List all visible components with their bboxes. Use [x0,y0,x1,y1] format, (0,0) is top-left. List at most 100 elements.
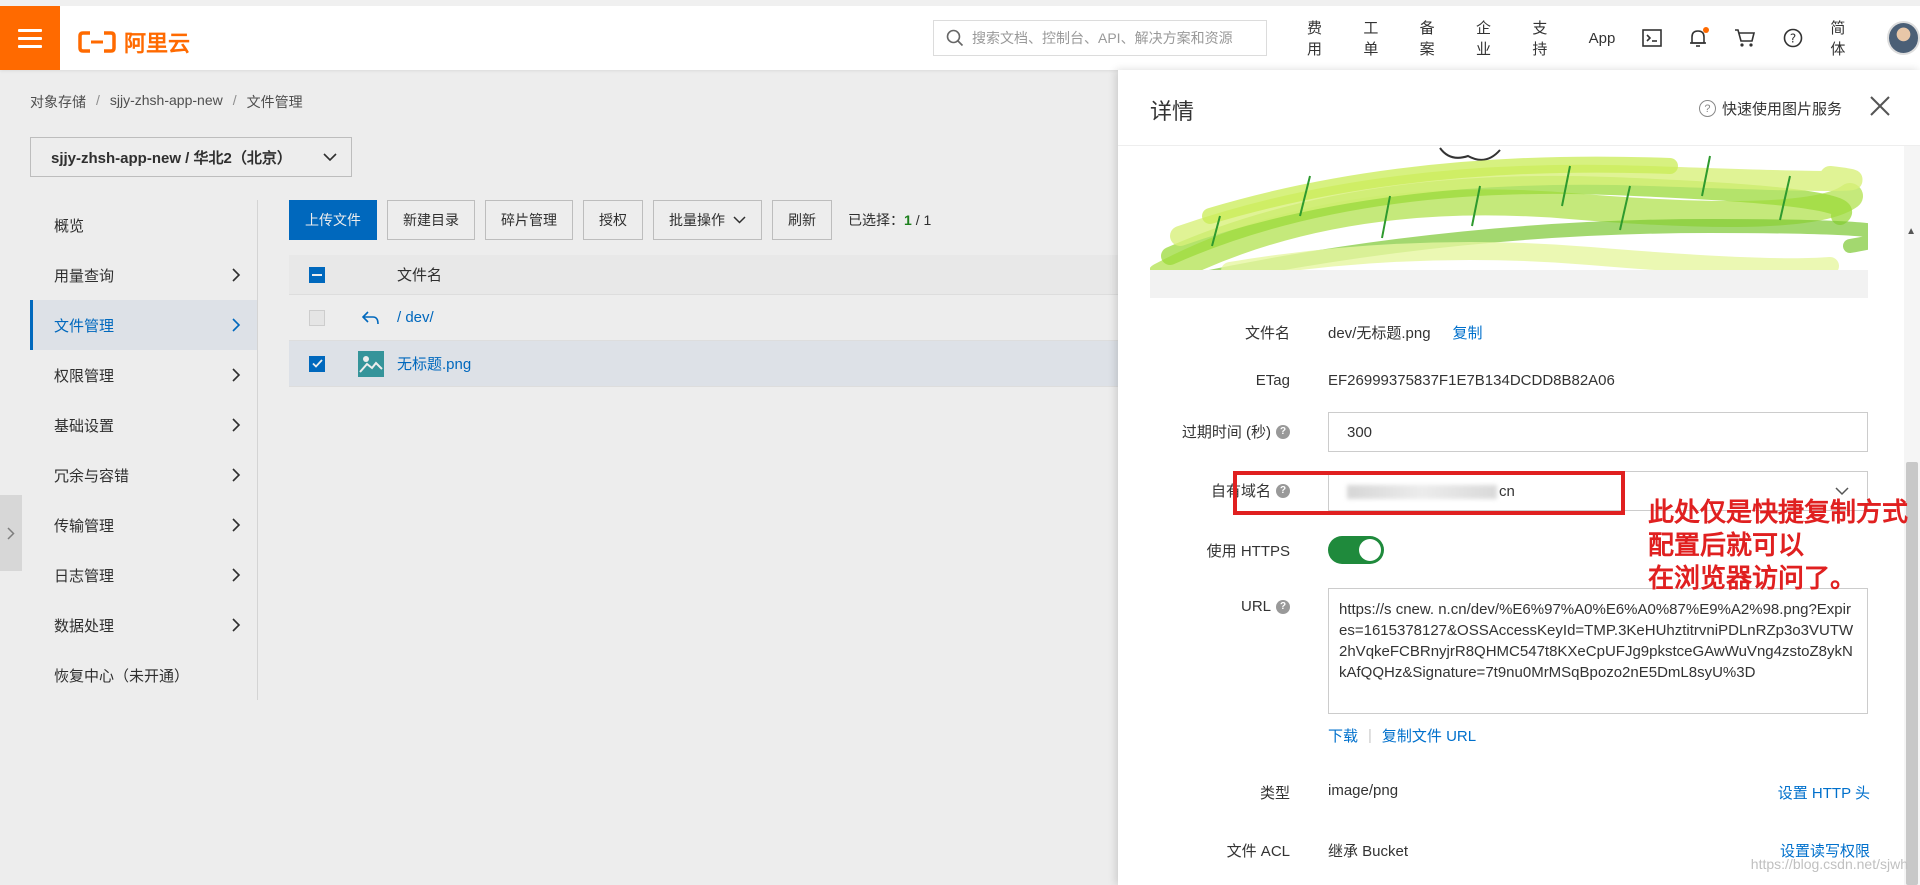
sidebar-item-label: 权限管理 [54,367,115,385]
breadcrumb: 对象存储 / sjjy-zhsh-app-new / 文件管理 [30,92,303,112]
drawer-header: 详情 ? 快速使用图片服务 [1118,70,1920,146]
search-icon [946,29,964,47]
sidebar-item-label: 传输管理 [54,517,115,535]
chevron-down-icon [733,216,746,224]
download-link[interactable]: 下载 [1328,725,1358,746]
table-row[interactable]: / dev/ [289,295,1119,341]
bucket-select[interactable]: sjjy-zhsh-app-new / 华北2（北京） [30,137,352,177]
copy-filename-button[interactable]: 复制 [1453,325,1483,342]
help-icon[interactable]: ? [1783,28,1803,48]
watermark: https://blog.csdn.net/sjwh [1750,856,1908,872]
hint-icon[interactable]: ? [1276,599,1290,614]
sidebar-item-data-processing[interactable]: 数据处理 [30,600,257,650]
breadcrumb-bucket[interactable]: sjjy-zhsh-app-new [110,92,223,112]
chevron-right-icon [232,418,241,432]
https-label: 使用 HTTPS [1206,543,1290,560]
acl-label: 文件 ACL [1226,843,1290,860]
selected-count: 已选择：1 / 1 [848,212,932,228]
logo-text: 阿里云 [124,31,191,56]
annotation-highlight-box [1233,471,1625,515]
row-checkbox[interactable] [309,309,325,326]
sidebar-item-overview[interactable]: 概览 [30,200,257,250]
sidebar-item-recovery[interactable]: 恢复中心（未开通） [30,650,257,700]
sidebar-item-label: 用量查询 [54,267,115,285]
nav-support[interactable]: 支持 [1532,17,1561,59]
scroll-up-icon[interactable]: ▲ [1906,226,1916,237]
expire-input[interactable]: 300 [1328,412,1868,452]
menu-icon[interactable] [0,6,60,70]
filename-value: dev/无标题.png 复制 [1328,325,1483,342]
avatar[interactable] [1886,21,1920,55]
batch-ops-label: 批量操作 [669,212,725,228]
quick-image-service-link[interactable]: ? 快速使用图片服务 [1698,98,1842,119]
image-file-icon [358,350,384,377]
sidebar-item-transfer[interactable]: 传输管理 [30,500,257,550]
quick-help-label: 快速使用图片服务 [1721,101,1842,118]
type-label: 类型 [1259,785,1290,802]
sidebar-item-logs[interactable]: 日志管理 [30,550,257,600]
chevron-right-icon [232,518,241,532]
row-checkbox[interactable] [309,355,325,372]
aliyun-logo[interactable]: 阿里云 [78,26,190,58]
chevron-right-icon [232,468,241,482]
nav-tickets[interactable]: 工单 [1363,17,1392,59]
acl-value: 继承 Bucket [1328,843,1409,860]
upload-button[interactable]: 上传文件 [289,200,377,240]
sidebar-item-label: 概览 [54,217,85,235]
top-nav: 费用 工单 备案 企业 支持 App ? 简体 [1307,6,1920,70]
url-textarea[interactable]: https://s cnew. n.cn/dev/%E6%97%A0%E6%A0… [1328,588,1868,714]
batch-ops-button[interactable]: 批量操作 [653,200,762,240]
fragments-button[interactable]: 碎片管理 [485,200,573,240]
type-value: image/png [1328,782,1399,799]
toggle-knob [1359,539,1381,561]
sidebar-item-label: 冗余与容错 [54,467,130,485]
expand-handle[interactable] [0,495,22,571]
sidebar-item-label: 基础设置 [54,417,115,435]
breadcrumb-oss[interactable]: 对象存储 [30,92,86,112]
language-switch[interactable]: 简体 [1830,17,1859,59]
chevron-right-icon [232,368,241,382]
select-all-checkbox[interactable] [309,266,325,283]
expire-input-value: 300 [1347,423,1373,441]
table-row[interactable]: 无标题.png [289,341,1119,387]
sidebar-item-basic-settings[interactable]: 基础设置 [30,400,257,450]
bell-icon[interactable] [1689,27,1710,48]
search-input[interactable] [972,30,1252,46]
drawer-title: 详情 [1150,99,1195,124]
logo-mark-icon [78,31,116,53]
row-name-link[interactable]: 无标题.png [397,353,1119,374]
hint-icon[interactable]: ? [1276,424,1290,439]
nav-icp[interactable]: 备案 [1420,17,1449,59]
back-arrow-icon[interactable] [362,310,380,325]
column-filename: 文件名 [397,267,443,284]
copy-url-link[interactable]: 复制文件 URL [1382,725,1476,746]
refresh-button[interactable]: 刷新 [772,200,832,240]
row-name-link[interactable]: / dev/ [397,309,1119,326]
file-table: 文件名 / dev/ 无标题.png [289,255,1119,387]
table-header: 文件名 [289,255,1119,295]
nav-enterprise[interactable]: 企业 [1476,17,1505,59]
sidebar-item-usage[interactable]: 用量查询 [30,250,257,300]
terminal-icon[interactable] [1642,29,1663,47]
close-icon[interactable] [1868,94,1892,118]
preview-footer [1150,270,1868,298]
authorize-button[interactable]: 授权 [583,200,643,240]
cart-icon[interactable] [1734,28,1756,48]
nav-billing[interactable]: 费用 [1307,17,1336,59]
new-dir-button[interactable]: 新建目录 [387,200,475,240]
chevron-right-icon [232,618,241,632]
sidebar-item-permissions[interactable]: 权限管理 [30,350,257,400]
chevron-down-icon [1835,486,1849,495]
set-http-header-link[interactable]: 设置 HTTP 头 [1778,782,1870,803]
chevron-right-icon [232,318,241,332]
sidebar-item-redundancy[interactable]: 冗余与容错 [30,450,257,500]
etag-label: ETag [1255,372,1290,389]
breadcrumb-file-manage: 文件管理 [246,94,303,110]
https-toggle[interactable] [1328,536,1384,564]
bucket-select-value: sjjy-zhsh-app-new / 华北2（北京） [51,149,292,167]
sidebar-item-label: 文件管理 [54,317,115,335]
question-icon: ? [1698,100,1716,117]
nav-app[interactable]: App [1589,30,1616,47]
sidebar-item-files[interactable]: 文件管理 [30,300,257,350]
search-box[interactable] [933,20,1267,56]
